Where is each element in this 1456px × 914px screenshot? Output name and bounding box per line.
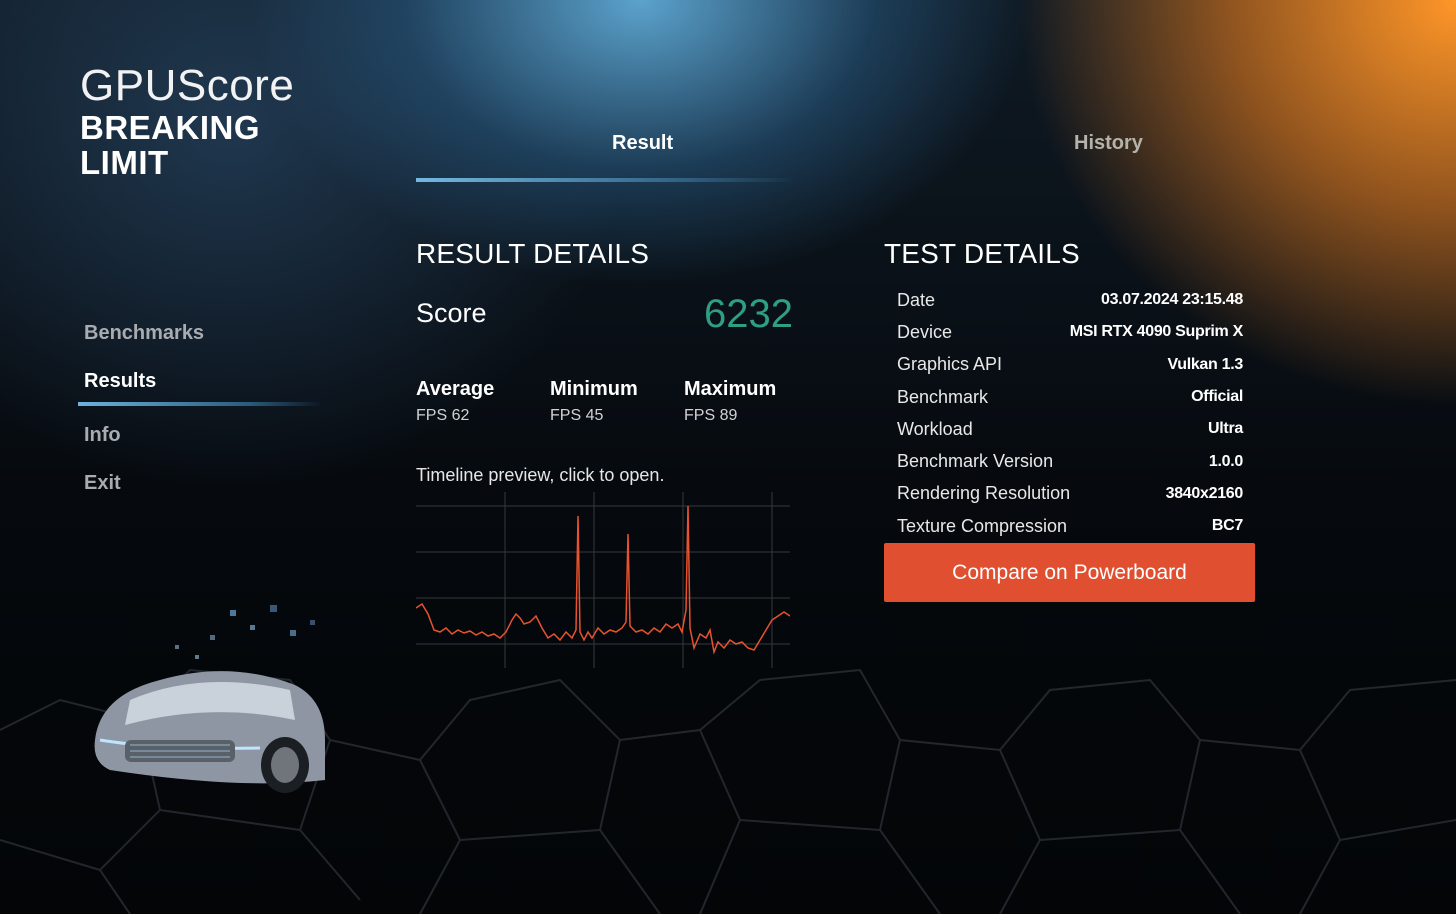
detail-row-date: Date 03.07.2024 23:15.48 (897, 284, 1243, 316)
detail-row-benchmark-version: Benchmark Version 1.0.0 (897, 445, 1243, 477)
stat-average-value: FPS 62 (416, 407, 470, 424)
tab-result[interactable]: Result (612, 132, 673, 155)
nav-item-exit[interactable]: Exit (78, 460, 328, 508)
detail-row-device: Device MSI RTX 4090 Suprim X (897, 316, 1243, 348)
detail-row-workload: Workload Ultra (897, 413, 1243, 445)
timeline-preview-text: Timeline preview, click to open. (416, 465, 665, 485)
logo-subtitle-line2: LIMIT (80, 144, 169, 181)
tab-active-indicator (416, 178, 796, 182)
logo-title: GPUScore (80, 61, 295, 110)
nav-item-benchmarks[interactable]: Benchmarks (78, 310, 328, 358)
detail-key: Graphics API (897, 354, 1003, 375)
nav-item-results[interactable]: Results (78, 358, 328, 406)
detail-key: Benchmark (897, 386, 989, 407)
result-details-title: RESULT DETAILS (416, 238, 650, 269)
detail-value: BC7 (1211, 517, 1243, 535)
compare-powerboard-button[interactable]: Compare on Powerboard (884, 543, 1255, 602)
stat-average-label: Average (416, 378, 495, 400)
detail-value: 03.07.2024 23:15.48 (1101, 291, 1243, 309)
score-label: Score (416, 298, 487, 328)
tab-history[interactable]: History (1074, 132, 1143, 155)
app-logo: GPUScore BREAKING LIMIT (80, 61, 295, 181)
detail-key: Workload (897, 418, 973, 439)
detail-row-rendering-resolution: Rendering Resolution 3840x2160 (897, 478, 1243, 510)
detail-value: Ultra (1208, 420, 1243, 438)
timeline-fps-line (416, 505, 790, 655)
car-illustration (94, 605, 325, 793)
detail-value: Vulkan 1.3 (1167, 355, 1243, 373)
detail-row-benchmark: Benchmark Official (897, 381, 1243, 413)
detail-row-graphics-api: Graphics API Vulkan 1.3 (897, 349, 1243, 381)
detail-value: MSI RTX 4090 Suprim X (1069, 323, 1244, 341)
detail-key: Texture Compression (897, 515, 1068, 536)
timeline-grid (416, 492, 790, 668)
detail-key: Rendering Resolution (897, 483, 1071, 504)
timeline-preview-chart[interactable] (416, 492, 790, 668)
logo-subtitle-line1: BREAKING (80, 109, 261, 146)
sidebar-nav: Benchmarks Results Info Exit (78, 310, 328, 508)
stat-minimum-value: FPS 45 (550, 407, 604, 424)
detail-value: 1.0.0 (1208, 452, 1243, 470)
detail-value: Official (1191, 388, 1243, 406)
detail-key: Device (897, 321, 953, 342)
stat-maximum: Maximum FPS 89 (684, 378, 776, 425)
stat-maximum-value: FPS 89 (684, 407, 738, 424)
test-details-title: TEST DETAILS (884, 238, 1080, 269)
nav-item-info[interactable]: Info (78, 412, 328, 460)
stat-minimum: Minimum FPS 45 (550, 378, 638, 425)
detail-value: 3840x2160 (1165, 484, 1244, 502)
detail-key: Benchmark Version (897, 451, 1054, 472)
stat-minimum-label: Minimum (550, 378, 638, 400)
stat-average: Average FPS 62 (416, 378, 494, 425)
score-value: 6232 (704, 292, 793, 336)
test-details-list: Date 03.07.2024 23:15.48 Device MSI RTX … (897, 284, 1243, 542)
detail-row-texture-compression: Texture Compression BC7 (897, 510, 1243, 542)
stat-maximum-label: Maximum (684, 378, 777, 400)
detail-key: Date (897, 289, 936, 310)
